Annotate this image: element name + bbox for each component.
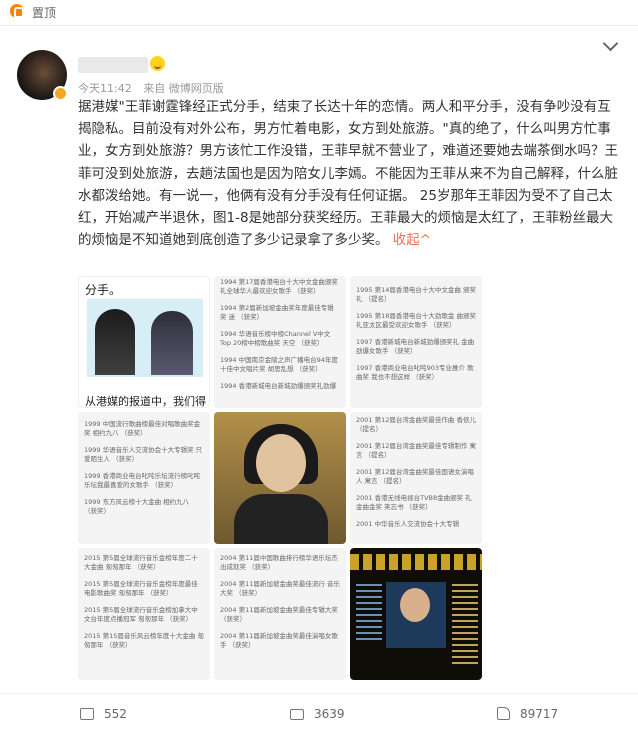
award-line: 2015 第5届全球流行音乐金榜加拿大中 文台年度点播冠军 匆匆那年 （获奖） xyxy=(84,606,198,623)
award-line: 2004 第11届新加坡金曲奖最佳专辑大奖 （获奖） xyxy=(220,606,338,623)
award-line: 2004 第11届中国歌曲排行榜华语乐坛杰 出成就奖 （获奖） xyxy=(220,554,338,571)
award-line: 1997 香港新城电台新城劲爆颁奖礼 金曲 劲爆女歌手 （获奖） xyxy=(356,338,475,355)
image-grid: 分手。 从港媒的报道中，我们得 1994 第17届香港电台十大中文金曲颁奖 礼全… xyxy=(78,276,482,681)
couple-photo xyxy=(87,299,203,377)
verified-badge-icon xyxy=(53,86,68,101)
like-count: 89717 xyxy=(520,707,559,721)
award-line: 2001 香港无线电视台TVB8金曲颁奖 礼金曲金奖 笑忘书 （获奖） xyxy=(356,494,472,511)
award-line: 1999 东方风云榜十大金曲 相约九八 （获奖） xyxy=(84,498,190,515)
award-line: 2004 第11届新加坡金曲奖最佳演唱女歌 手 （获奖） xyxy=(220,632,338,649)
post-text: 据港媒"王菲谢霆锋经正式分手，结束了长达十年的恋情。两人和平分手，没有争吵没有互… xyxy=(78,96,623,251)
post-body: 据港媒"王菲谢霆锋经正式分手，结束了长达十年的恋情。两人和平分手，没有争吵没有互… xyxy=(78,99,618,249)
pinned-label: 置顶 xyxy=(32,6,57,20)
image-8[interactable]: 2004 第11届中国歌曲排行榜华语乐坛杰 出成就奖 （获奖） 2004 第11… xyxy=(214,548,346,680)
image-2[interactable]: 1994 第17届香港电台十大中文金曲颁奖 礼全球华人最欢迎女歌手 （获奖） 1… xyxy=(214,276,346,408)
award-line: 2004 第11届新加坡金曲奖最佳流行 音乐大奖 （获奖） xyxy=(220,580,340,597)
award-line: 1994 香港新城电台新城劲爆颁奖礼劲爆 xyxy=(220,382,337,390)
comment-icon xyxy=(290,709,304,720)
divider xyxy=(0,693,638,694)
award-line: 2001 第12届台湾金曲奖最佳专辑制作 寓 言 （提名） xyxy=(356,442,476,459)
pinned-bar: 置顶 xyxy=(0,0,638,26)
pin-icon xyxy=(10,4,24,18)
image-6[interactable]: 2001 第12届台湾金曲奖最佳作曲 香侬儿 （提名） 2001 第12届台湾金… xyxy=(350,412,482,544)
comment-count: 3639 xyxy=(314,707,345,721)
award-line: 1994 华语音乐榜中榜Channel V中文Top 20榜中榜歌曲奖 天空 （… xyxy=(220,330,331,347)
image-3[interactable]: 1995 第14届香港电台十大中文金曲 颁奖礼 （提名） 1995 第18届香港… xyxy=(350,276,482,408)
award-line: 2015 第5届全球流行音乐金榜年度最佳 电影歌曲奖 匆匆那年 （获奖） xyxy=(84,580,198,597)
image-4[interactable]: 1999 中国流行歌曲榜最佳对唱歌曲奖金 奖 相约九八 （获奖） 1999 华语… xyxy=(78,412,210,544)
post-source: 来自 微博网页版 xyxy=(143,82,224,95)
award-line: 1994 中国南京金陵之声广播电台94年度 十佳中文唱片奖 胡思乱想 （获奖） xyxy=(220,356,338,373)
award-line: 2001 第12届台湾金曲奖最佳作曲 香侬儿 （提名） xyxy=(356,416,476,433)
image-1[interactable]: 分手。 从港媒的报道中，我们得 xyxy=(78,276,210,408)
award-line: 2001 中华音乐人交流协会十大专辑 xyxy=(356,520,460,528)
award-line: 2015 第5届全球流行音乐金榜年度二十 大金曲 匆匆那年 （获奖） xyxy=(84,554,198,571)
award-line: 1999 香港商业电台叱咤乐坛流行榜叱咤 乐坛我最喜爱的女歌手 （获奖） xyxy=(84,472,201,489)
image-9[interactable] xyxy=(350,548,482,680)
award-line: 1994 第17届香港电台十大中文金曲颁奖 礼全球华人最欢迎女歌手 （获奖） xyxy=(220,278,338,295)
award-line: 1994 第2届新加坡金曲奖年度最佳专辑 奖 迷 （获奖） xyxy=(220,304,334,321)
collapse-link[interactable]: 收起^ xyxy=(393,232,431,248)
comment-button[interactable]: 3639 xyxy=(290,706,345,722)
share-button[interactable]: 552 xyxy=(80,706,127,722)
award-line: 1999 华语音乐人交流协会十大专辑奖 只 爱陌生人 （获奖） xyxy=(84,446,203,463)
award-line: 1999 中国流行歌曲榜最佳对唱歌曲奖金 奖 相约九八 （获奖） xyxy=(84,420,201,437)
award-line: 1995 第14届香港电台十大中文金曲 颁奖礼 （提名） xyxy=(356,286,476,303)
like-icon xyxy=(497,707,510,720)
chevron-down-icon[interactable] xyxy=(602,35,619,52)
username-redacted[interactable] xyxy=(78,57,148,73)
emoji-icon xyxy=(150,56,165,71)
award-line: 2015 第15届音乐风云榜年度十大金曲 匆 匆那年 （获奖） xyxy=(84,632,204,649)
post-time[interactable]: 今天11:42 xyxy=(78,82,132,95)
award-line: 1997 香港商业电台叱咤903专业推介 歌曲奖 我也不想这样 （获奖） xyxy=(356,364,474,381)
share-icon xyxy=(80,708,94,720)
image-1-bottom-text: 从港媒的报道中，我们得 xyxy=(85,395,206,408)
like-button[interactable]: 89717 xyxy=(497,706,558,722)
share-count: 552 xyxy=(104,707,127,721)
image-7[interactable]: 2015 第5届全球流行音乐金榜年度二十 大金曲 匆匆那年 （获奖） 2015 … xyxy=(78,548,210,680)
post-meta: 今天11:42 来自 微博网页版 xyxy=(78,80,232,96)
award-line: 1995 第18届香港电台十大劲歌金 曲颁奖礼亚太区最受欢迎女歌手 （获奖） xyxy=(356,312,476,329)
award-line: 2001 第12届台湾金曲奖最佳国语女演唱 人 寓言 （提名） xyxy=(356,468,474,485)
image-5-portrait[interactable] xyxy=(214,412,346,544)
